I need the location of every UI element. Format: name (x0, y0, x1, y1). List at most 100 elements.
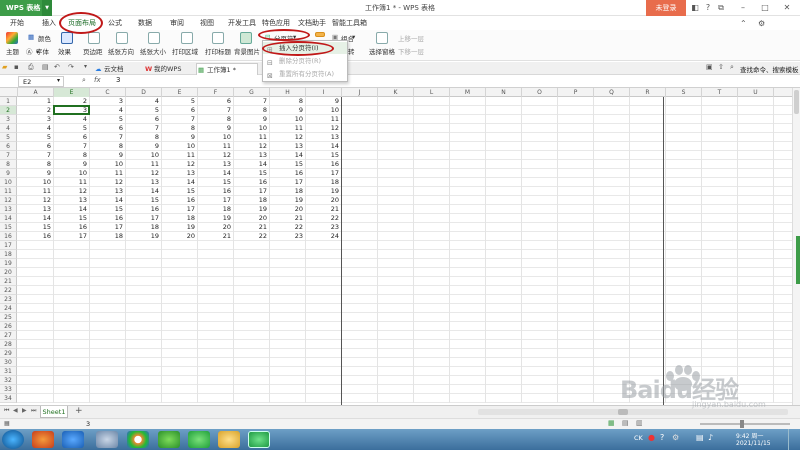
table-cell[interactable]: 6 (90, 124, 126, 133)
doc-tab-my-wps[interactable]: W 我的WPS (144, 63, 181, 75)
row-header[interactable]: 20 (0, 268, 17, 277)
table-cell[interactable]: 6 (54, 133, 90, 142)
skin-icon[interactable]: ◧ (690, 3, 700, 13)
selection-pane-icon[interactable] (376, 32, 388, 44)
paper-size-icon[interactable] (148, 32, 160, 44)
table-cell[interactable]: 14 (18, 214, 54, 223)
restore-icon[interactable]: ⧉ (716, 3, 726, 13)
normal-view-icon[interactable]: ▦ (608, 419, 615, 427)
table-cell[interactable]: 8 (198, 115, 234, 124)
table-cell[interactable]: 18 (270, 187, 306, 196)
row-header[interactable]: 2 (0, 106, 17, 115)
tab-formulas[interactable]: 公式 (108, 16, 122, 30)
print-titles-button[interactable]: 打印标题 (205, 46, 231, 56)
fx-button[interactable]: fx (94, 76, 101, 84)
table-cell[interactable]: 10 (54, 169, 90, 178)
column-header[interactable]: P (558, 88, 594, 97)
fonts-icon[interactable]: Ⓐ (26, 46, 33, 56)
wechat-icon[interactable] (188, 431, 210, 448)
table-cell[interactable]: 10 (18, 178, 54, 187)
table-cell[interactable]: 17 (198, 196, 234, 205)
side-panel-handle[interactable] (796, 236, 800, 284)
column-header[interactable]: H (270, 88, 306, 97)
name-box-dropdown-icon[interactable]: ▾ (57, 77, 60, 84)
table-cell[interactable]: 23 (270, 232, 306, 241)
tab-view[interactable]: 视图 (200, 16, 214, 30)
table-cell[interactable]: 23 (306, 223, 342, 232)
table-cell[interactable]: 3 (90, 97, 126, 106)
table-cell[interactable]: 14 (306, 142, 342, 151)
table-cell[interactable]: 19 (198, 214, 234, 223)
row-header[interactable]: 25 (0, 313, 17, 322)
table-cell[interactable]: 19 (126, 232, 162, 241)
fonts-button[interactable]: 字体 (36, 46, 49, 56)
add-sheet-button[interactable]: + (75, 406, 83, 416)
table-cell[interactable]: 20 (234, 214, 270, 223)
next-sheet-icon[interactable]: ▶ (22, 407, 27, 414)
app-menu-button[interactable]: WPS 表格 ▼ (0, 0, 52, 16)
table-cell[interactable]: 14 (54, 205, 90, 214)
row-header[interactable]: 31 (0, 367, 17, 376)
margins-icon[interactable] (88, 32, 100, 44)
table-cell[interactable]: 6 (198, 97, 234, 106)
column-header[interactable]: E (162, 88, 198, 97)
table-cell[interactable]: 22 (306, 214, 342, 223)
table-cell[interactable]: 12 (270, 133, 306, 142)
selection-pane-button[interactable]: 选择窗格 (369, 46, 395, 56)
table-cell[interactable]: 9 (126, 142, 162, 151)
redo-icon[interactable]: ↷ (68, 63, 74, 71)
column-header[interactable]: K (378, 88, 414, 97)
table-cell[interactable]: 10 (162, 142, 198, 151)
preview-icon[interactable]: ▤ (42, 63, 49, 71)
column-header[interactable]: M (450, 88, 486, 97)
table-cell[interactable]: 22 (234, 232, 270, 241)
table-cell[interactable]: 13 (90, 187, 126, 196)
rotate-button[interactable]: 转 (348, 46, 355, 56)
row-header[interactable]: 3 (0, 115, 17, 124)
table-cell[interactable]: 9 (198, 124, 234, 133)
reset-page-breaks-item[interactable]: ⊠ 重置所有分页符(A) (263, 68, 347, 80)
row-header[interactable]: 30 (0, 358, 17, 367)
orientation-icon[interactable] (116, 32, 128, 44)
table-cell[interactable]: 16 (198, 187, 234, 196)
row-header[interactable]: 19 (0, 259, 17, 268)
row-header[interactable]: 16 (0, 232, 17, 241)
column-header[interactable]: E (54, 88, 90, 97)
table-cell[interactable]: 16 (90, 214, 126, 223)
table-cell[interactable]: 15 (198, 178, 234, 187)
tab-developer[interactable]: 开发工具 (228, 16, 256, 30)
tab-doc-assistant[interactable]: 文档助手 (298, 16, 326, 30)
table-cell[interactable]: 13 (198, 160, 234, 169)
table-cell[interactable]: 10 (198, 133, 234, 142)
row-header[interactable]: 15 (0, 223, 17, 232)
table-cell[interactable]: 19 (162, 223, 198, 232)
table-cell[interactable]: 20 (270, 205, 306, 214)
table-cell[interactable]: 7 (90, 133, 126, 142)
tab-home[interactable]: 开始 (10, 16, 24, 30)
row-header[interactable]: 21 (0, 277, 17, 286)
table-cell[interactable]: 14 (90, 196, 126, 205)
prev-sheet-icon[interactable]: ◀ (13, 407, 18, 414)
undo-icon[interactable]: ↶ (54, 63, 60, 71)
table-cell[interactable]: 13 (126, 178, 162, 187)
taskbar-app-icon[interactable] (32, 431, 54, 448)
table-cell[interactable]: 18 (90, 232, 126, 241)
row-header[interactable]: 34 (0, 394, 17, 403)
volume-icon[interactable]: ♪ (708, 433, 713, 442)
table-cell[interactable]: 14 (234, 160, 270, 169)
table-cell[interactable]: 13 (270, 142, 306, 151)
group-dropdown-icon[interactable]: ▾ (352, 33, 355, 41)
minimize-icon[interactable]: – (738, 3, 748, 13)
column-header[interactable]: I (306, 88, 342, 97)
table-cell[interactable]: 7 (234, 97, 270, 106)
settings-icon[interactable]: ⚙ (758, 19, 765, 28)
table-cell[interactable]: 9 (18, 169, 54, 178)
row-header[interactable]: 9 (0, 169, 17, 178)
table-cell[interactable]: 13 (18, 205, 54, 214)
table-cell[interactable]: 8 (126, 133, 162, 142)
row-header[interactable]: 13 (0, 205, 17, 214)
table-cell[interactable]: 9 (306, 97, 342, 106)
table-cell[interactable]: 8 (90, 142, 126, 151)
table-cell[interactable]: 9 (162, 133, 198, 142)
wps-spreadsheet-task-icon[interactable] (248, 431, 270, 448)
